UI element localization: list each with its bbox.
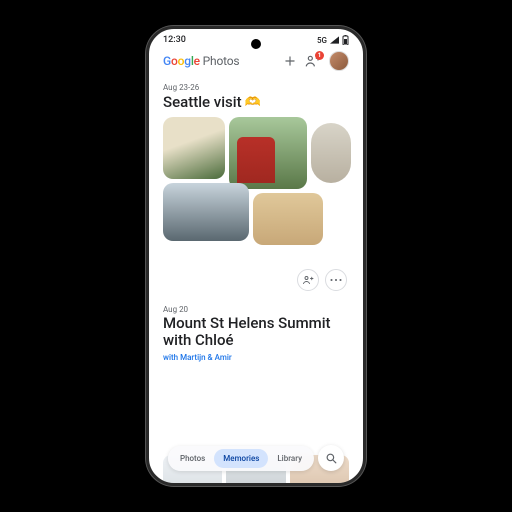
tab-photos[interactable]: Photos <box>171 449 214 468</box>
memory-subtitle: with Martijn & Amir <box>163 353 349 362</box>
memory-date: Aug 20 <box>163 305 349 314</box>
clock: 12:30 <box>163 35 186 45</box>
camera-cutout <box>251 39 261 49</box>
photo-thumbnail[interactable] <box>229 117 307 189</box>
app-header: Google Photos 1 <box>149 47 363 77</box>
add-people-button[interactable] <box>297 269 319 291</box>
memory-actions <box>163 269 349 291</box>
photo-collage[interactable] <box>163 117 349 267</box>
photo-thumbnail[interactable] <box>253 193 323 245</box>
memory-title: Seattle visit 🫶 <box>163 93 349 111</box>
more-options-button[interactable] <box>325 269 347 291</box>
heart-hands-emoji: 🫶 <box>245 95 261 110</box>
memory-date: Aug 23-26 <box>163 83 349 92</box>
memory-mount-st-helens[interactable]: Aug 20 Mount St Helens Summit with Chloé… <box>163 305 349 362</box>
photo-thumbnail[interactable] <box>163 183 249 241</box>
bottom-nav: Photos Memories Library <box>168 445 344 471</box>
main-content: Aug 23-26 Seattle visit 🫶 <box>149 77 363 427</box>
google-photos-logo: Google Photos <box>163 54 275 68</box>
sharing-button[interactable]: 1 <box>305 54 321 68</box>
network-label: 5G <box>317 36 327 45</box>
add-button[interactable] <box>283 54 297 68</box>
search-icon <box>325 452 338 465</box>
photo-thumbnail[interactable] <box>311 123 351 183</box>
status-icons: 5G <box>317 35 349 45</box>
account-avatar[interactable] <box>329 51 349 71</box>
nav-pill: Photos Memories Library <box>168 446 314 471</box>
search-button[interactable] <box>318 445 344 471</box>
memory-seattle[interactable]: Aug 23-26 Seattle visit 🫶 <box>163 83 349 291</box>
tab-memories[interactable]: Memories <box>214 449 268 468</box>
photo-thumbnail[interactable] <box>163 117 225 179</box>
phone-frame: 12:30 5G Google Photos 1 Aug 23-26 Seatt… <box>146 26 366 486</box>
notification-badge: 1 <box>315 51 324 60</box>
signal-icon <box>330 36 339 44</box>
battery-icon <box>342 35 349 45</box>
memory-title: Mount St Helens Summit with Chloé <box>163 315 349 350</box>
tab-library[interactable]: Library <box>268 449 311 468</box>
